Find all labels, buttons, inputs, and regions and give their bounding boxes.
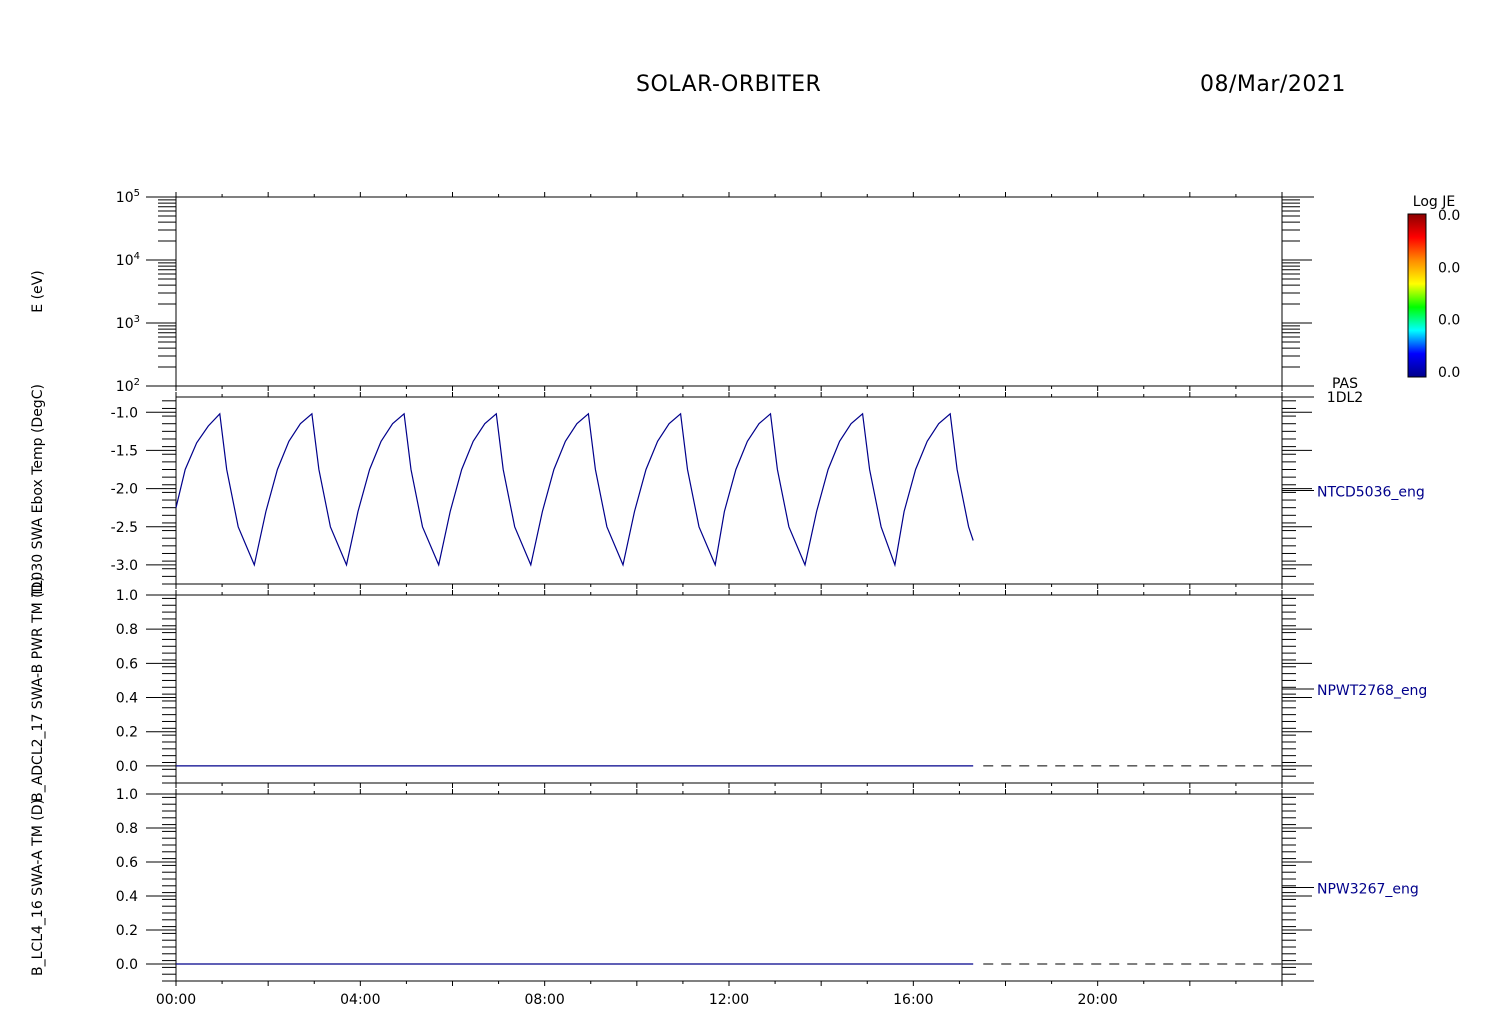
y-tick-label: 0.6 — [116, 855, 138, 871]
series-label: NPWT2768_eng — [1317, 683, 1427, 699]
instrument-sublabel: 1DL2 — [1327, 390, 1363, 406]
y-tick-label: 0.6 — [116, 656, 138, 672]
x-tick-label: 12:00 — [709, 992, 749, 1008]
y-axis-label: B_ADCL2_17 SWA-B PWR TM (D) — [30, 576, 46, 802]
y-tick-label: 0.4 — [116, 889, 138, 905]
x-tick-label: 20:00 — [1077, 992, 1117, 1008]
colorbar-tick-label: 0.0 — [1438, 208, 1460, 224]
colorbar-tick-label: 0.0 — [1438, 260, 1460, 276]
y-tick-label: 1.0 — [116, 588, 138, 604]
y-tick-label: 105 — [116, 188, 140, 206]
y-axis-label: B_LCL4_16 SWA-A TM (D) — [30, 799, 46, 976]
y-tick-label: 0.0 — [116, 759, 138, 775]
series-line — [175, 412, 974, 568]
y-tick-label: -1.5 — [111, 443, 138, 459]
x-tick-label: 08:00 — [524, 992, 564, 1008]
panel-frame-4 — [175, 793, 1283, 982]
y-tick-label: -2.5 — [111, 520, 138, 536]
y-axis-label: E (eV) — [30, 270, 46, 312]
y-tick-label: 0.2 — [116, 725, 138, 741]
x-tick-label: 00:00 — [156, 992, 196, 1008]
series-label: NPW3267_eng — [1317, 882, 1419, 898]
colorbar-tick-label: 0.0 — [1438, 313, 1460, 329]
y-tick-label: 103 — [116, 314, 140, 332]
y-tick-label: -3.0 — [111, 558, 138, 574]
y-tick-label: 0.8 — [116, 622, 138, 638]
stacked-timeseries-plot: 102103104105E (eV)PAS1DL2-3.0-2.5-2.0-1.… — [30, 188, 1460, 1008]
y-tick-label: 0.4 — [116, 691, 138, 707]
colorbar-tick-label: 0.0 — [1438, 365, 1460, 381]
series-label: NTCD5036_eng — [1317, 485, 1425, 501]
y-tick-label: 0.8 — [116, 821, 138, 837]
y-tick-label: 104 — [116, 251, 140, 269]
y-tick-label: 0.2 — [116, 923, 138, 939]
panel-frame-2 — [175, 396, 1283, 585]
y-tick-label: -1.0 — [111, 405, 138, 421]
y-tick-label: 0.0 — [116, 957, 138, 973]
x-tick-label: 16:00 — [893, 992, 933, 1008]
colorbar — [1407, 213, 1427, 378]
panel-frame-3 — [175, 594, 1283, 784]
y-tick-label: 1.0 — [116, 787, 138, 803]
y-tick-label: 102 — [116, 377, 140, 395]
x-tick-label: 04:00 — [340, 992, 380, 1008]
y-axis-label: TL030 SWA Ebox Temp (DegC) — [30, 384, 46, 598]
y-tick-label: -2.0 — [111, 482, 138, 498]
panel-frame-1 — [175, 196, 1283, 387]
